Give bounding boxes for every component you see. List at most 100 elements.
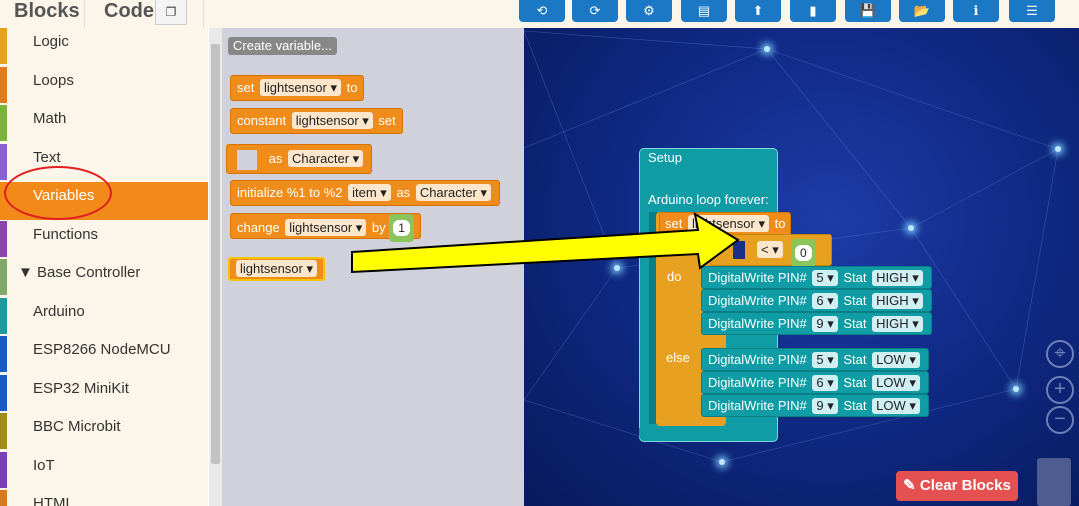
stat-label: Stat: [843, 293, 867, 308]
open-folder-button[interactable]: 📂: [899, 0, 945, 22]
annotation-circle: [4, 166, 112, 220]
sidebar-item-math[interactable]: Math: [0, 105, 208, 143]
variable-dropdown[interactable]: lightsensor ▾: [285, 219, 367, 236]
sidebar-item-base-controller[interactable]: ▼ Base Controller: [0, 259, 208, 297]
digitalwrite-block[interactable]: DigitalWrite PIN# 9 ▾ Stat LOW ▾: [701, 394, 929, 417]
pin-dropdown[interactable]: 9 ▾: [812, 398, 838, 414]
pin-dropdown[interactable]: 6 ▾: [812, 375, 838, 391]
state-dropdown[interactable]: HIGH ▾: [872, 293, 923, 309]
pin-dropdown[interactable]: 6 ▾: [812, 293, 838, 309]
sidebar-item-bbc-microbit[interactable]: BBC Microbit: [0, 413, 208, 451]
zoom-in-button[interactable]: +: [1046, 376, 1074, 404]
sidebar-item-functions[interactable]: Functions: [0, 220, 208, 259]
variable-dropdown[interactable]: lightsensor ▾: [291, 112, 373, 129]
chart-button[interactable]: ▮: [790, 0, 836, 22]
sidebar-item-arduino[interactable]: Arduino: [0, 297, 208, 336]
glow-dot: [764, 46, 770, 52]
category-color-bar: [0, 413, 7, 449]
glow-dot: [1055, 146, 1061, 152]
copy-code-button[interactable]: ❐: [155, 0, 187, 25]
variable-dropdown[interactable]: lightsensor ▾: [259, 79, 341, 96]
variable-dropdown[interactable]: lightsensor ▾: [236, 260, 318, 277]
pin-dropdown[interactable]: 9 ▾: [812, 316, 838, 332]
number-block[interactable]: 1: [389, 214, 414, 242]
state-dropdown[interactable]: HIGH ▾: [872, 270, 923, 286]
set-variable-block[interactable]: set lightsensor ▾ to: [659, 212, 792, 236]
state-dropdown[interactable]: HIGH ▾: [872, 316, 923, 332]
redo-button[interactable]: ⟳: [572, 0, 618, 22]
sidebar-item-esp32-minikit[interactable]: ESP32 MiniKit: [0, 374, 208, 413]
sidebar-item-loops[interactable]: Loops: [0, 66, 208, 105]
as-type-block[interactable]: as Character ▾: [226, 144, 373, 174]
create-variable-button[interactable]: Create variable...: [228, 37, 337, 55]
sidebar-item-logic[interactable]: Logic: [0, 28, 208, 66]
digitalwrite-block[interactable]: DigitalWrite PIN# 5 ▾ Stat LOW ▾: [701, 348, 929, 371]
variable-getter-block[interactable]: lightsensor ▾: [228, 257, 326, 281]
set-keyword: set: [665, 216, 683, 231]
sidebar-item-label: ESP32 MiniKit: [33, 379, 129, 397]
digitalwrite-label: DigitalWrite PIN#: [708, 270, 807, 285]
change-block[interactable]: change lightsensor ▾ by 1: [230, 213, 421, 242]
info-button[interactable]: ℹ: [953, 0, 999, 22]
type-dropdown[interactable]: Character ▾: [415, 184, 492, 201]
number-field[interactable]: 0: [794, 244, 813, 262]
constant-keyword: constant: [237, 113, 287, 128]
type-dropdown[interactable]: Character ▾: [287, 150, 364, 167]
as-keyword: as: [396, 185, 411, 200]
pin-dropdown[interactable]: 5 ▾: [812, 270, 838, 286]
to-keyword: to: [774, 216, 786, 231]
digitalwrite-block[interactable]: DigitalWrite PIN# 9 ▾ Stat HIGH ▾: [701, 312, 932, 335]
state-dropdown[interactable]: LOW ▾: [872, 398, 920, 414]
undo-button[interactable]: ⟲: [519, 0, 565, 22]
stat-label: Stat: [843, 270, 867, 285]
digitalwrite-block[interactable]: DigitalWrite PIN# 6 ▾ Stat LOW ▾: [701, 371, 929, 394]
save-icon: 💾: [859, 3, 877, 18]
set-variable-block[interactable]: set lightsensor ▾ to: [230, 75, 365, 101]
operator-dropdown[interactable]: < ▾: [757, 241, 783, 258]
archive-button[interactable]: ▤: [681, 0, 727, 22]
pin-dropdown[interactable]: 5 ▾: [812, 352, 838, 368]
digitalwrite-block[interactable]: DigitalWrite PIN# 5 ▾ Stat HIGH ▾: [701, 266, 932, 289]
workspace-canvas[interactable]: Setup Arduino loop forever: do else set …: [524, 28, 1079, 506]
save-button[interactable]: 💾: [845, 0, 891, 22]
sidebar-item-esp8266-nodemcu[interactable]: ESP8266 NodeMCU: [0, 336, 208, 374]
upload-button[interactable]: ⬆: [735, 0, 781, 22]
category-sidebar: Logic Loops Math Text Variables Functions ▼ Ba…: [0, 28, 208, 506]
number-block[interactable]: 0: [791, 239, 816, 267]
zoom-out-button[interactable]: −: [1046, 406, 1074, 434]
do-label: do: [667, 269, 682, 284]
state-dropdown[interactable]: LOW ▾: [872, 352, 920, 368]
sidebar-scroll-thumb[interactable]: [211, 44, 220, 464]
digitalwrite-block[interactable]: DigitalWrite PIN# 6 ▾ Stat HIGH ▾: [701, 289, 932, 312]
variable-dropdown[interactable]: lightsensor ▾: [687, 215, 769, 232]
clear-blocks-button[interactable]: ✎ Clear Blocks: [896, 471, 1018, 501]
category-color-bar: [0, 143, 7, 180]
stat-label: Stat: [843, 352, 867, 367]
digitalwrite-label: DigitalWrite PIN#: [708, 352, 807, 367]
category-color-bar: [0, 336, 7, 372]
compare-block[interactable]: < ▾ 0: [710, 234, 832, 267]
constant-block[interactable]: constant lightsensor ▾ set: [230, 108, 403, 134]
category-color-bar: [0, 66, 7, 103]
number-field[interactable]: 1: [392, 219, 411, 237]
state-dropdown[interactable]: LOW ▾: [872, 375, 920, 391]
change-keyword: change: [237, 220, 280, 235]
tab-divider: [203, 0, 204, 28]
recenter-button[interactable]: ⌖: [1046, 340, 1074, 368]
tab-blocks[interactable]: Blocks: [14, 0, 80, 28]
sidebar-item-html[interactable]: HTML: [0, 490, 208, 506]
stat-label: Stat: [843, 398, 867, 413]
by-keyword: by: [371, 220, 386, 235]
sidebar-item-label: Logic: [33, 33, 69, 50]
initialize-block[interactable]: initialize %1 to %2 item ▾ as Character …: [230, 180, 501, 206]
set-keyword: set: [237, 80, 255, 95]
trash-can-icon[interactable]: [1037, 458, 1071, 506]
redo-icon: ⟳: [589, 3, 601, 18]
item-dropdown[interactable]: item ▾: [348, 184, 391, 201]
settings-button[interactable]: ⚙: [626, 0, 672, 22]
category-color-bar: [0, 451, 7, 488]
tab-code[interactable]: Code: [104, 0, 154, 28]
sidebar-item-iot[interactable]: IoT: [0, 451, 208, 490]
sidebar-item-label: BBC Microbit: [33, 418, 121, 435]
list-button[interactable]: ☰: [1009, 0, 1055, 22]
